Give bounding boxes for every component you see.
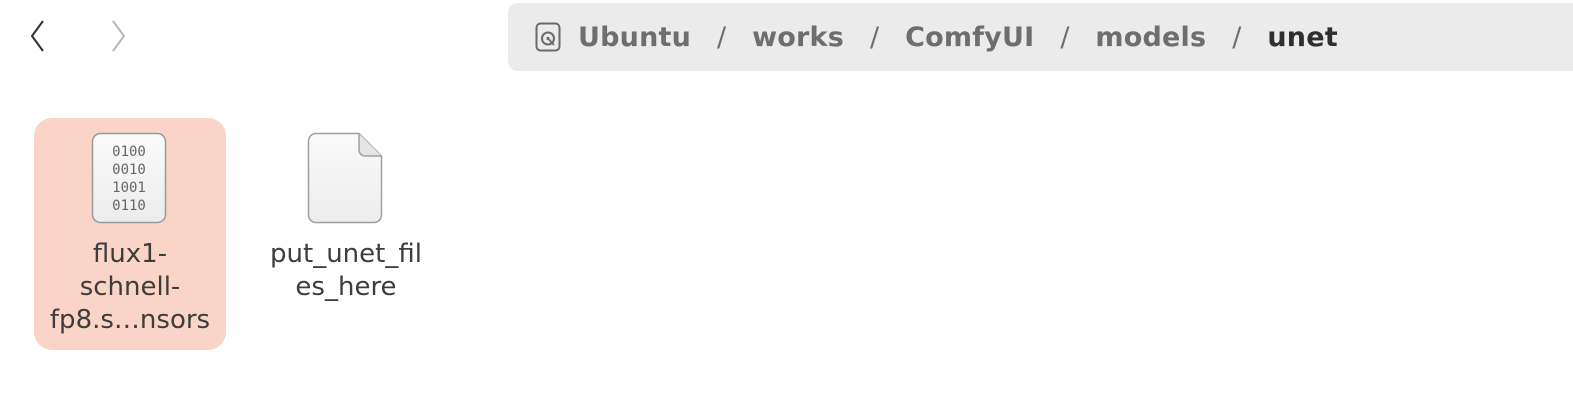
breadcrumb-separator: /	[717, 21, 727, 53]
breadcrumb-works[interactable]: works	[752, 22, 844, 53]
forward-button[interactable]	[98, 14, 138, 58]
file-item-put-unet-files-here[interactable]: put_unet_fil es_here	[250, 118, 442, 350]
blank-file-icon	[307, 132, 383, 224]
binary-icon-text: 0010	[112, 162, 146, 178]
path-bar: Ubuntu / works / ComfyUI / models / unet	[508, 3, 1573, 71]
file-name-label: put_unet_fil es_here	[270, 239, 422, 302]
breadcrumb-separator: /	[1060, 21, 1070, 53]
binary-icon-text: 0100	[112, 144, 146, 160]
disk-drive-icon[interactable]	[534, 22, 562, 52]
back-button[interactable]	[18, 14, 58, 58]
breadcrumb-separator: /	[1232, 21, 1242, 53]
breadcrumb-models[interactable]: models	[1095, 22, 1206, 53]
breadcrumb-ubuntu[interactable]: Ubuntu	[578, 22, 691, 53]
breadcrumb-unet[interactable]: unet	[1267, 22, 1337, 53]
chevron-left-icon	[30, 20, 44, 52]
binary-icon-text: 1001	[112, 180, 146, 196]
breadcrumb-separator: /	[869, 21, 880, 53]
binary-icon-text: 0110	[112, 198, 146, 214]
chevron-right-icon	[112, 20, 126, 52]
file-item-flux1-schnell[interactable]: 0100 0010 1001 0110 flux1- schnell- fp8.…	[34, 118, 226, 350]
breadcrumb-comfyui[interactable]: ComfyUI	[905, 22, 1034, 53]
file-name-label: flux1- schnell- fp8.s…nsors	[49, 239, 211, 335]
binary-file-icon: 0100 0010 1001 0110	[91, 132, 167, 224]
